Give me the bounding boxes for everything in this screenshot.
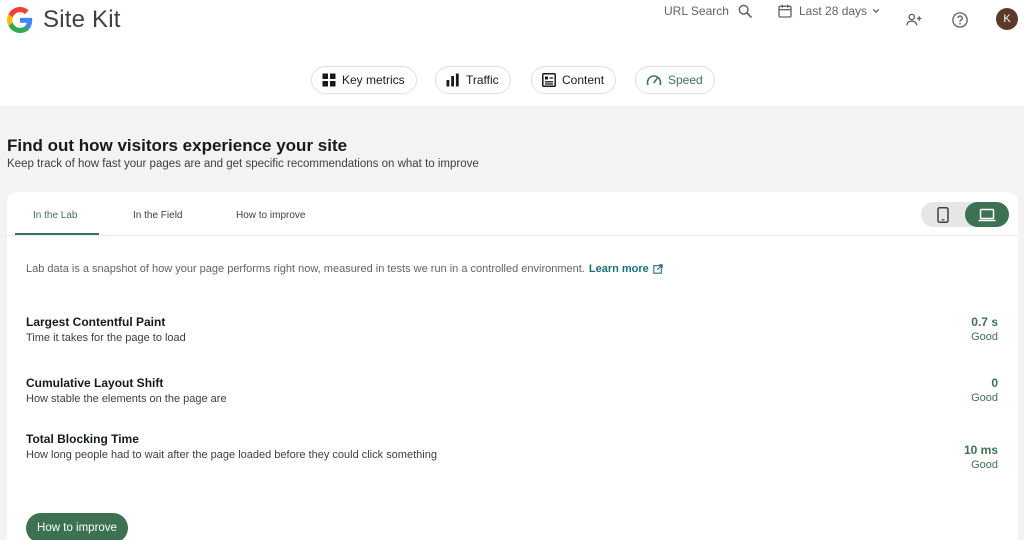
tab-in-the-field[interactable]: In the Field — [133, 210, 182, 221]
app-name: Site Kit — [43, 6, 121, 33]
date-range-label: Last 28 days — [799, 4, 868, 18]
metric-name: Cumulative Layout Shift — [26, 376, 164, 390]
section-subtitle: Keep track of how fast your pages are an… — [7, 158, 479, 170]
metric-description: How long people had to wait after the pa… — [26, 449, 437, 461]
google-g-icon — [7, 7, 33, 33]
tab-how-to-improve[interactable]: How to improve — [236, 210, 305, 221]
site-kit-logo[interactable]: Site Kit — [7, 6, 121, 34]
metric-value: 10 ms — [963, 443, 998, 457]
chevron-down-icon — [872, 8, 880, 14]
user-avatar[interactable]: K — [996, 8, 1018, 30]
lab-data-info: Lab data is a snapshot of how your page … — [26, 263, 663, 275]
tab-in-the-lab[interactable]: In the Lab — [33, 210, 77, 221]
chip-key-metrics[interactable]: Key metrics — [311, 66, 417, 94]
calendar-icon — [778, 4, 792, 18]
dashboard-nav: Key metrics Traffic Content Speed — [0, 66, 1024, 94]
smartphone-icon — [937, 206, 949, 223]
metric-rating: Good — [971, 459, 998, 471]
speed-card: In the Lab In the Field How to improve L… — [7, 192, 1018, 540]
learn-more-label: Learn more — [588, 263, 649, 275]
help-button[interactable] — [948, 8, 972, 32]
speed-section: Find out how visitors experience your si… — [0, 106, 1024, 540]
chip-label: Traffic — [466, 73, 499, 87]
metric-lcp: Largest Contentful Paint Time it takes f… — [26, 315, 998, 355]
chip-label: Key metrics — [342, 73, 405, 87]
learn-more-link[interactable]: Learn more — [589, 263, 663, 275]
mobile-toggle-button[interactable] — [921, 202, 965, 227]
metric-cls: Cumulative Layout Shift How stable the e… — [26, 376, 998, 416]
date-range-selector[interactable]: Last 28 days — [777, 3, 881, 19]
add-user-button[interactable] — [902, 8, 926, 32]
chip-label: Content — [562, 73, 605, 87]
speedometer-icon — [646, 75, 662, 86]
chip-traffic[interactable]: Traffic — [435, 66, 511, 94]
help-icon — [952, 12, 968, 28]
device-toggle — [921, 202, 1009, 227]
desktop-toggle-button[interactable] — [965, 202, 1009, 227]
laptop-icon — [978, 208, 996, 221]
metric-rating: Good — [971, 331, 998, 343]
how-to-improve-button[interactable]: How to improve — [26, 513, 128, 540]
metric-value: 0.7 s — [971, 315, 998, 329]
external-link-icon — [653, 264, 663, 274]
url-search-button[interactable]: URL Search — [664, 3, 753, 19]
bar-chart-icon — [446, 73, 459, 87]
tab-divider — [7, 235, 1018, 236]
chip-speed[interactable]: Speed — [635, 66, 715, 94]
top-bar: Site Kit URL Search Last 28 days K Key m… — [0, 0, 1024, 106]
chip-label: Speed — [668, 73, 703, 87]
metric-rating: Good — [971, 392, 998, 404]
metric-description: Time it takes for the page to load — [26, 332, 186, 344]
url-search-label: URL Search — [664, 4, 729, 18]
metric-value: 0 — [991, 376, 998, 390]
metric-name: Largest Contentful Paint — [26, 315, 166, 329]
chip-content[interactable]: Content — [531, 66, 617, 94]
metric-tbt: Total Blocking Time How long people had … — [26, 432, 998, 482]
grid-icon — [322, 73, 336, 87]
metric-name: Total Blocking Time — [26, 432, 139, 446]
metric-description: How stable the elements on the page are — [26, 393, 227, 405]
lab-info-text: Lab data is a snapshot of how your page … — [26, 263, 585, 275]
section-title: Find out how visitors experience your si… — [7, 136, 348, 155]
person-add-icon — [906, 13, 922, 26]
article-icon — [542, 73, 556, 87]
search-icon — [738, 4, 752, 18]
